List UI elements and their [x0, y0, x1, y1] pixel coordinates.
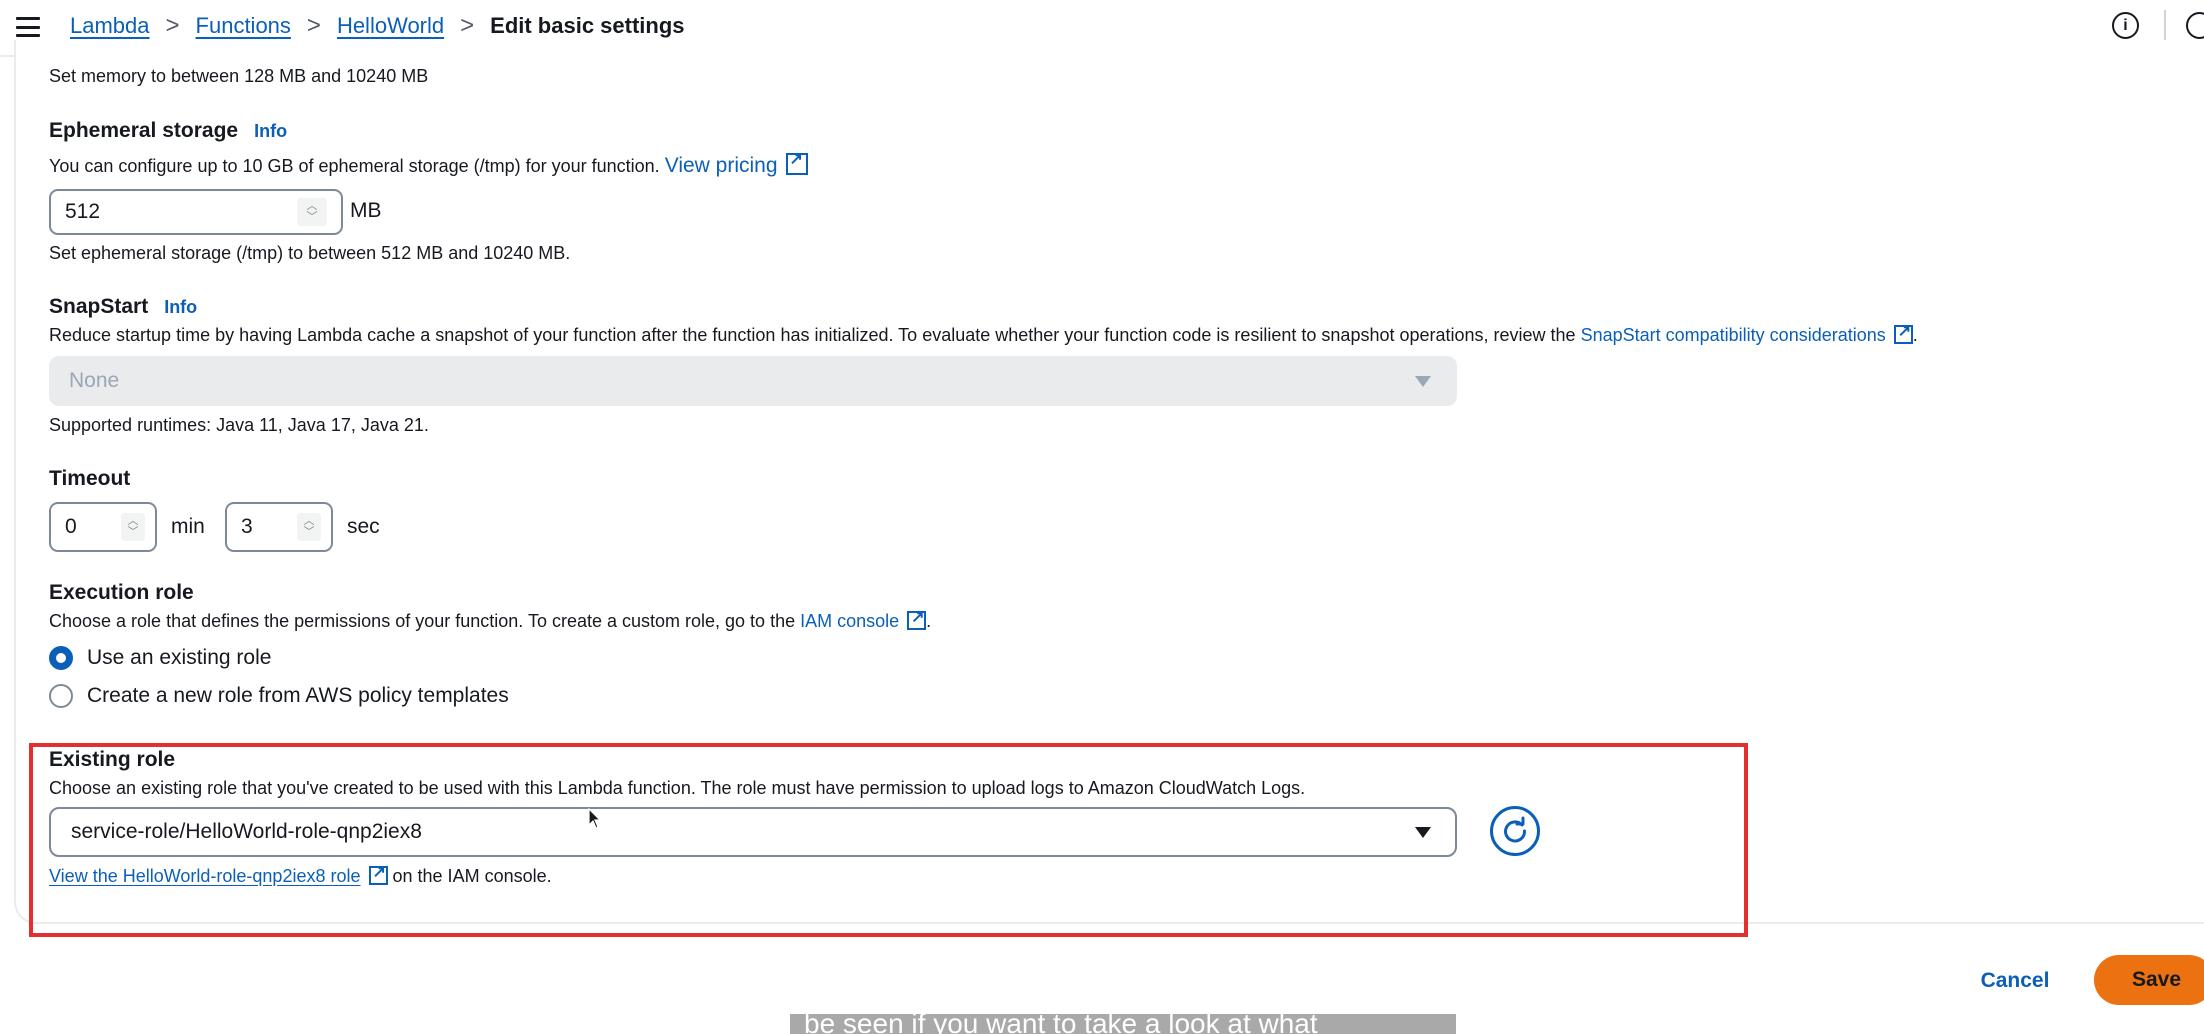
execution-role-description: Choose a role that defines the permissio…: [49, 611, 796, 631]
history-icon[interactable]: [2186, 12, 2204, 39]
view-role-row: View the HelloWorld-role-qnp2iex8 role o…: [49, 862, 552, 887]
ephemeral-storage-unit: MB: [350, 199, 382, 222]
radio-use-existing-role[interactable]: [49, 646, 73, 670]
video-caption: be seen if you want to take a look at wh…: [790, 1014, 1456, 1034]
external-link-icon: [1893, 321, 1913, 344]
memory-help-text: Set memory to between 128 MB and 10240 M…: [49, 66, 429, 86]
chevron-right-icon: >: [165, 12, 180, 39]
ephemeral-storage-input[interactable]: 512 ︿ ﹀: [49, 189, 343, 235]
timeout-min-unit: min: [171, 515, 205, 538]
existing-role-select[interactable]: service-role/HelloWorld-role-qnp2iex8: [49, 807, 1457, 857]
execution-role-label: Execution role: [49, 581, 194, 604]
refresh-icon: [1504, 816, 1527, 843]
info-circle-icon[interactable]: i: [2112, 12, 2139, 39]
iam-console-link[interactable]: IAM console: [800, 611, 899, 631]
snapstart-heading: SnapStart Info: [49, 295, 197, 319]
execution-role-description-row: Choose a role that defines the permissio…: [49, 607, 932, 632]
view-pricing-link[interactable]: View pricing: [665, 154, 778, 177]
ephemeral-storage-description: You can configure up to 10 GB of ephemer…: [49, 156, 660, 176]
existing-role-select-value: service-role/HelloWorld-role-qnp2iex8: [71, 820, 422, 843]
snapstart-help-text: Supported runtimes: Java 11, Java 17, Ja…: [49, 415, 429, 435]
timeout-min-input[interactable]: 0 ︿ ﹀: [49, 502, 157, 552]
snapstart-label: SnapStart: [49, 295, 149, 318]
view-role-suffix: on the IAM console.: [392, 866, 552, 886]
timeout-sec-value: 3: [241, 515, 253, 538]
timeout-sec-unit: sec: [347, 515, 380, 538]
existing-role-description: Choose an existing role that you've crea…: [49, 778, 1306, 798]
chevron-right-icon: >: [306, 12, 321, 39]
refresh-roles-button[interactable]: [1490, 806, 1540, 856]
ephemeral-storage-info-link[interactable]: Info: [254, 121, 287, 141]
breadcrumb: Lambda > Functions > HelloWorld > Edit b…: [70, 10, 685, 42]
caret-down-icon: [1415, 375, 1431, 387]
breadcrumb-functions[interactable]: Functions: [196, 13, 291, 39]
snapstart-select-value: None: [69, 369, 120, 392]
ephemeral-storage-label: Ephemeral storage: [49, 119, 239, 142]
snapstart-info-link[interactable]: Info: [164, 297, 197, 317]
external-link-icon: [368, 862, 388, 885]
timeout-min-value: 0: [65, 515, 77, 538]
chevron-right-icon: >: [460, 12, 475, 39]
stepper-icon[interactable]: ︿ ﹀: [121, 513, 145, 541]
save-button[interactable]: Save: [2094, 955, 2204, 1005]
ephemeral-storage-value: 512: [65, 200, 101, 223]
ephemeral-storage-description-row: You can configure up to 10 GB of ephemer…: [49, 149, 808, 178]
caret-down-icon: [1415, 826, 1431, 838]
breadcrumb-lambda[interactable]: Lambda: [70, 13, 150, 39]
external-link-icon: [785, 149, 808, 175]
edit-basic-settings-page: Lambda > Functions > HelloWorld > Edit b…: [0, 0, 2204, 1034]
timeout-sec-input[interactable]: 3 ︿ ﹀: [225, 502, 333, 552]
radio-create-new-role[interactable]: [49, 684, 73, 708]
view-role-link[interactable]: View the HelloWorld-role-qnp2iex8 role: [49, 866, 361, 886]
snapstart-compatibility-link[interactable]: SnapStart compatibility considerations: [1581, 325, 1886, 345]
snapstart-description-row: Reduce startup time by having Lambda cac…: [49, 321, 1918, 346]
external-link-icon: [907, 607, 927, 630]
breadcrumb-current: Edit basic settings: [490, 13, 685, 38]
execution-role-period: .: [926, 611, 932, 631]
stepper-icon[interactable]: ︿ ﹀: [297, 513, 321, 541]
ephemeral-storage-heading: Ephemeral storage Info: [49, 119, 287, 143]
radio-create-new-role-label[interactable]: Create a new role from AWS policy templa…: [87, 684, 509, 708]
stepper-icon[interactable]: ︿ ﹀: [297, 198, 327, 226]
mouse-cursor-icon: [588, 808, 602, 829]
ephemeral-storage-help-text: Set ephemeral storage (/tmp) to between …: [49, 243, 571, 263]
toolbar-divider: [2164, 10, 2166, 42]
snapstart-description: Reduce startup time by having Lambda cac…: [49, 325, 1576, 345]
cancel-button[interactable]: Cancel: [1960, 961, 2070, 1001]
timeout-label: Timeout: [49, 467, 131, 490]
menu-icon[interactable]: [14, 14, 42, 40]
breadcrumb-helloworld[interactable]: HelloWorld: [337, 13, 444, 39]
snapstart-period: .: [1912, 325, 1918, 345]
existing-role-label: Existing role: [49, 748, 176, 771]
snapstart-select: None: [49, 356, 1457, 406]
radio-use-existing-role-label[interactable]: Use an existing role: [87, 646, 271, 670]
